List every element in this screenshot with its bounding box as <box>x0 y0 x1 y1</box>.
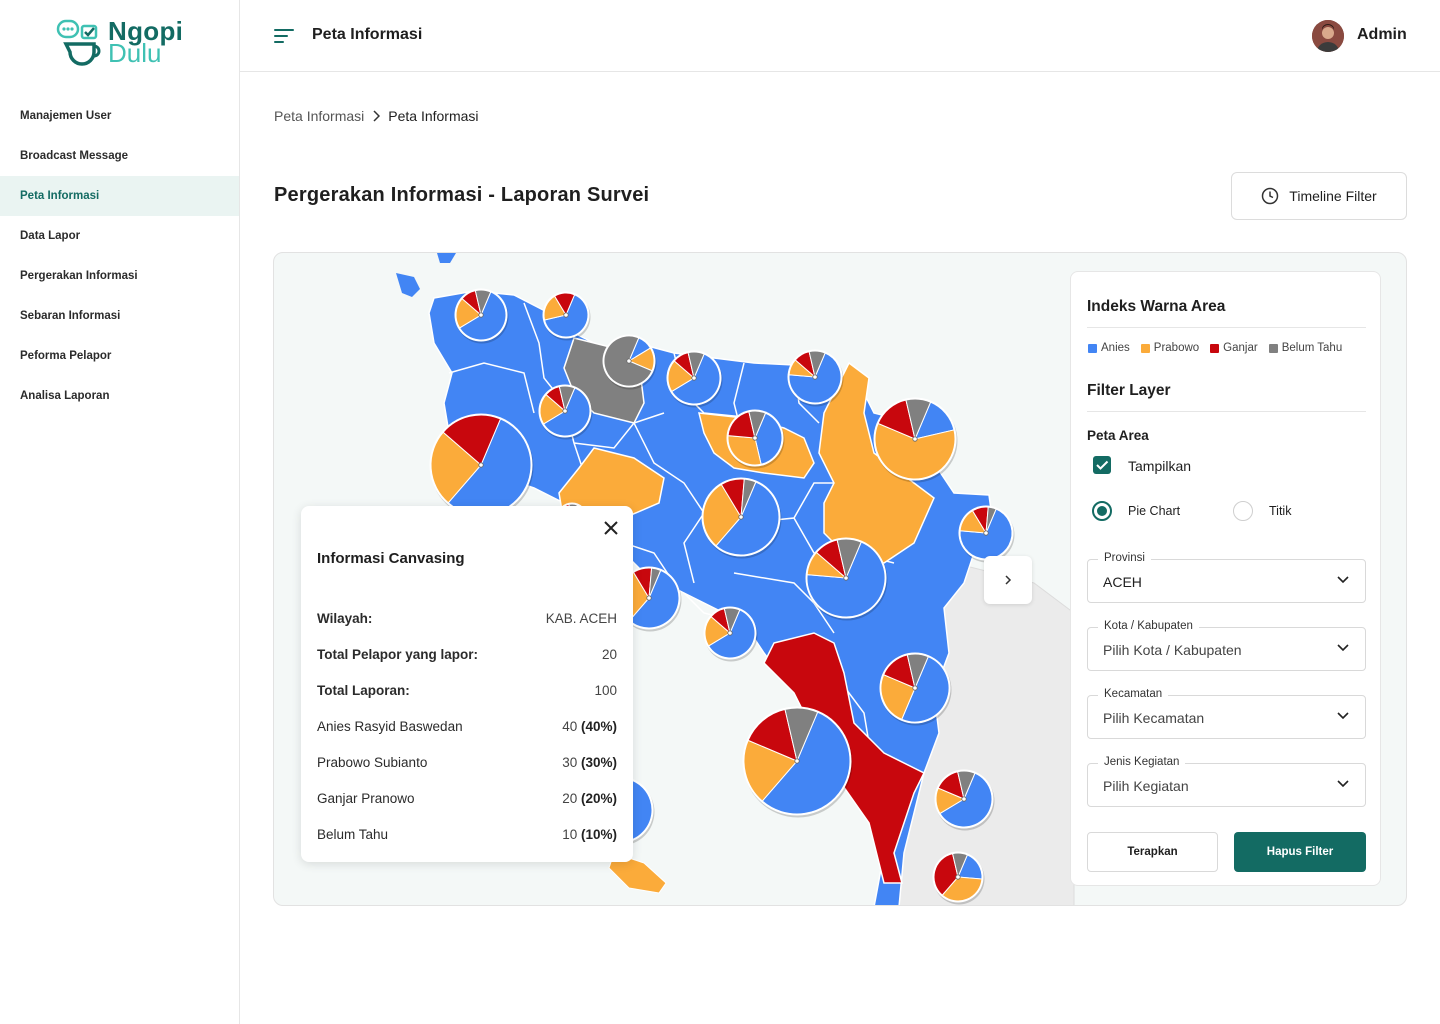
radio-titik-label: Titik <box>1269 504 1292 518</box>
filter-layer-title: Filter Layer <box>1087 382 1171 399</box>
breadcrumb: Peta Informasi Peta Informasi <box>274 108 479 124</box>
chevron-down-icon <box>1337 644 1349 652</box>
sidebar-item-pergerakan-informasi[interactable]: Pergerakan Informasi <box>0 256 239 296</box>
map-pie-11[interactable] <box>805 537 888 621</box>
sidebar-item-broadcast-message[interactable]: Broadcast Message <box>0 136 239 176</box>
timeline-filter-button[interactable]: Timeline Filter <box>1231 172 1407 220</box>
divider <box>1087 411 1366 412</box>
sidebar-item-manajemen-user[interactable]: Manajemen User <box>0 96 239 136</box>
menu-toggle-icon[interactable] <box>274 28 294 44</box>
map-island-1 <box>396 273 420 297</box>
sidebar-menu: Manajemen User Broadcast Message Peta In… <box>0 96 239 416</box>
legend-item-belum-tahu: Belum Tahu <box>1268 342 1342 354</box>
legend-item-ganjar: Ganjar <box>1210 342 1258 354</box>
apply-button[interactable]: Terapkan <box>1087 832 1218 872</box>
popup-row-anies: Anies Rasyid Baswedan 40 (40%) <box>317 718 617 734</box>
chevron-down-icon <box>1337 780 1349 788</box>
sidebar-item-analisa-laporan[interactable]: Analisa Laporan <box>0 376 239 416</box>
timeline-filter-label: Timeline Filter <box>1289 188 1377 204</box>
popup-row-total-laporan: Total Laporan: 100 <box>317 682 617 698</box>
legend-title: Indeks Warna Area <box>1087 298 1226 315</box>
popup-title: Informasi Canvasing <box>317 550 465 567</box>
radio-pie-chart-label: Pie Chart <box>1128 504 1181 518</box>
chevron-right-icon <box>1005 575 1012 585</box>
map-pie-8[interactable] <box>429 413 534 519</box>
chevron-down-icon <box>1337 712 1349 720</box>
clock-icon <box>1262 187 1279 205</box>
kecamatan-select[interactable]: Kecamatan Pilih Kecamatan <box>1087 688 1366 739</box>
user-name[interactable]: Admin <box>1357 26 1407 44</box>
popup-row-prabowo: Prabowo Subianto 30 (30%) <box>317 754 617 770</box>
popup-row-total-pelapor: Total Pelapor yang lapor: 20 <box>317 646 617 662</box>
color-legend: Anies Prabowo Ganjar Belum Tahu <box>1088 342 1342 354</box>
close-icon[interactable] <box>603 520 619 536</box>
user-avatar-icon <box>1312 20 1344 52</box>
top-header: Peta Informasi Admin <box>240 0 1440 72</box>
avatar[interactable] <box>1312 20 1344 52</box>
page-title: Pergerakan Informasi - Laporan Survei <box>274 184 650 206</box>
show-area-label: Tampilkan <box>1128 458 1192 474</box>
provinsi-select[interactable]: Provinsi ACEH <box>1087 552 1366 603</box>
sidebar-item-peforma-pelapor[interactable]: Peforma Pelapor <box>0 336 239 376</box>
divider <box>1087 327 1366 328</box>
chevron-right-icon <box>373 110 381 122</box>
show-area-checkbox[interactable] <box>1093 456 1111 474</box>
legend-item-prabowo: Prabowo <box>1140 342 1199 354</box>
radio-titik[interactable] <box>1233 501 1253 521</box>
map-island-2 <box>437 253 456 263</box>
popup-row-belum-tahu: Belum Tahu 10 (10%) <box>317 826 617 842</box>
sidebar: Ngopi Dulu Manajemen User Broadcast Mess… <box>0 0 240 1024</box>
popup-row-wilayah: Wilayah: KAB. ACEH <box>317 610 617 626</box>
popup-rows: Wilayah: KAB. ACEH Total Pelapor yang lap… <box>317 600 617 852</box>
clear-filter-button[interactable]: Hapus Filter <box>1234 832 1366 872</box>
legend-item-anies: Anies <box>1088 342 1130 354</box>
check-icon <box>1096 460 1109 470</box>
app: Ngopi Dulu Manajemen User Broadcast Mess… <box>0 0 1440 1024</box>
popup-row-ganjar: Ganjar Pranowo 20 (20%) <box>317 790 617 806</box>
breadcrumb-parent[interactable]: Peta Informasi <box>274 108 364 124</box>
sidebar-item-peta-informasi[interactable]: Peta Informasi <box>0 176 239 216</box>
map-pie-16[interactable] <box>742 706 853 818</box>
map-pie-9[interactable] <box>873 397 958 483</box>
jenis-kegiatan-select[interactable]: Jenis Kegiatan Pilih Kegiatan <box>1087 756 1366 807</box>
canvasing-info-popup: Informasi Canvasing Wilayah: KAB. ACEH To… <box>301 506 633 862</box>
peta-area-title: Peta Area <box>1087 428 1149 443</box>
brand-logo[interactable]: Ngopi Dulu <box>56 18 196 74</box>
sidebar-item-data-lapor[interactable]: Data Lapor <box>0 216 239 256</box>
coffee-chat-icon <box>56 19 101 66</box>
expand-panel-button[interactable] <box>984 556 1032 604</box>
header-title: Peta Informasi <box>312 26 423 43</box>
breadcrumb-current: Peta Informasi <box>388 108 479 124</box>
sidebar-item-sebaran-informasi[interactable]: Sebaran Informasi <box>0 296 239 336</box>
filter-panel: Indeks Warna Area Anies Prabowo Ganjar B… <box>1070 271 1381 886</box>
kota-kabupaten-select[interactable]: Kota / Kabupaten Pilih Kota / Kabupaten <box>1087 620 1366 671</box>
chevron-down-icon <box>1337 576 1349 584</box>
radio-pie-chart[interactable] <box>1092 501 1112 521</box>
